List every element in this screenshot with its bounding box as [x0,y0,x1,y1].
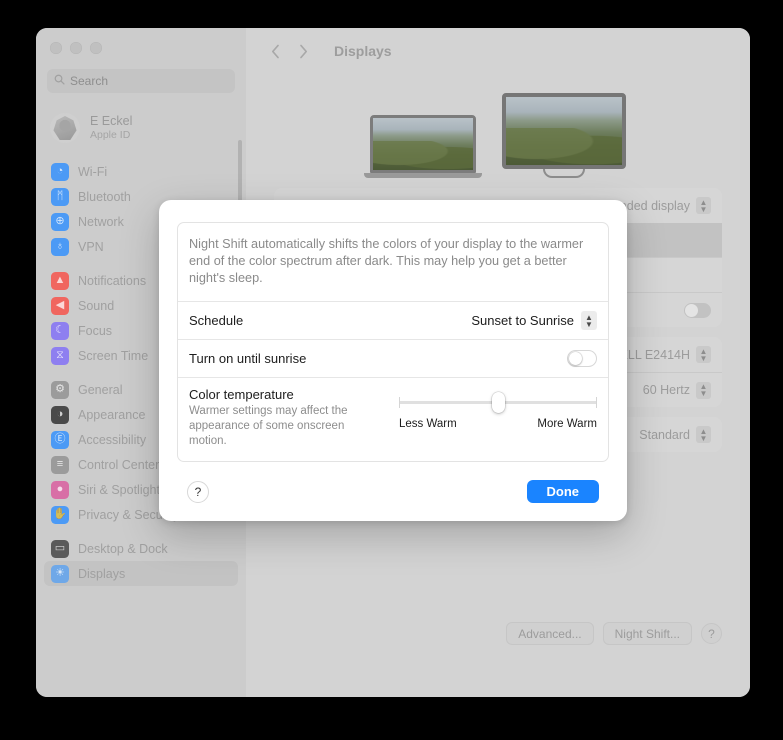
minimize-button[interactable] [70,42,82,54]
monitor-stand [543,169,585,178]
avatar [50,113,80,143]
night-shift-dialog: Night Shift automatically shifts the col… [159,200,627,521]
night-shift-button[interactable]: Night Shift... [602,622,692,645]
sidebar-item-desktop-dock[interactable]: ▭ Desktop & Dock [44,536,238,561]
panel-bottom-buttons: Advanced... Night Shift... ? [506,622,722,645]
accessibility-icon: Ⓔ [51,430,69,449]
slider-max-label: More Warm [537,418,597,430]
gear-icon: ⚙ [51,380,69,399]
appearance-icon: ◑ [51,405,69,424]
search-icon [54,72,65,90]
page-title: Displays [334,43,392,59]
sidebar-item-label: VPN [78,239,104,254]
account-name: E Eckel [90,114,133,128]
sidebar-item-label: Network [78,214,124,229]
close-button[interactable] [50,42,62,54]
schedule-label: Schedule [189,313,244,328]
schedule-value: Sunset to Sunrise [471,313,574,328]
hand-icon: ✋ [51,505,69,524]
account-subtitle: Apple ID [90,129,131,141]
wallpaper-thumbnail [373,118,473,170]
apple-id-account-row[interactable]: E Eckel Apple ID [44,107,238,149]
laptop-base [364,173,482,178]
sidebar-group-3: ▭ Desktop & Dock ☀ Displays [36,536,246,586]
sidebar-item-label: Desktop & Dock [78,541,168,556]
color-temperature-texts: Color temperature Warmer settings may af… [189,387,385,449]
slider-thumb[interactable] [491,392,505,413]
display-arrangement-preview [246,74,750,184]
done-button[interactable]: Done [526,480,599,503]
sidebar-item-label: Displays [78,566,126,581]
row-value[interactable]: 60 Hertz ▲ ▼ [642,381,711,399]
speaker-icon: ◀ [51,296,69,315]
monitor-screen [502,93,626,169]
wallpaper-thumbnail [506,97,622,165]
night-shift-card: Night Shift automatically shifts the col… [177,222,609,462]
color-temperature-row: Color temperature Warmer settings may af… [178,377,608,461]
slider-labels: Less Warm More Warm [399,418,597,430]
siri-icon: ● [51,480,69,499]
bluetooth-icon: ᛗ [51,187,69,206]
sidebar-item-wi-fi[interactable]: ◔ Wi-Fi [44,159,238,184]
sidebar-item-label: Notifications [78,273,147,288]
network-icon: ⊕ [51,212,69,231]
sidebar-item-label: Bluetooth [78,189,131,204]
desktop-dock-icon: ▭ [51,539,69,558]
row-value[interactable]: Standard ▲ ▼ [639,426,711,443]
vpn-icon: ♁ [51,237,69,256]
advanced-button[interactable]: Advanced... [506,622,594,645]
sidebar-item-label: Screen Time [78,348,149,363]
turn-on-label: Turn on until sunrise [189,351,307,366]
slider-tick-min [399,397,400,408]
rotation-value: Standard [639,427,690,442]
sidebar-item-label: Wi-Fi [78,164,108,179]
schedule-popup-button[interactable]: Sunset to Sunrise ▲ ▼ [471,311,597,330]
sidebar-item-displays[interactable]: ☀ Displays [44,561,238,586]
bell-icon: ▲ [51,271,69,290]
sidebar-item-label: Sound [78,298,115,313]
color-temperature-title: Color temperature [189,387,294,402]
schedule-row[interactable]: Schedule Sunset to Sunrise ▲ ▼ [178,301,608,339]
external-display-preview[interactable] [502,93,626,178]
stepper-icon[interactable]: ▲ ▼ [696,426,711,443]
zoom-button[interactable] [90,42,102,54]
back-button[interactable] [264,40,286,62]
toolbar: Displays [246,28,750,74]
turn-on-until-sunrise-row[interactable]: Turn on until sunrise [178,339,608,377]
sidebar-item-label: Control Center [78,457,160,472]
stepper-icon[interactable]: ▲ ▼ [696,197,711,214]
forward-button[interactable] [292,40,314,62]
laptop-screen [370,115,476,173]
wifi-icon: ◔ [51,162,69,181]
refresh-rate-value: 60 Hertz [642,383,690,397]
sidebar-item-label: General [78,382,123,397]
color-temperature-slider[interactable]: Less Warm More Warm [399,387,597,449]
control-center-icon: ≡ [51,455,69,474]
search-input[interactable] [70,74,228,88]
laptop-display-preview[interactable] [364,115,482,178]
slider-track-wrap[interactable] [399,392,597,413]
slider-tick-max [596,397,597,408]
chevron-updown-icon[interactable]: ▲ ▼ [581,311,597,330]
sidebar-item-label: Appearance [78,407,146,422]
stepper-icon[interactable]: ▲ ▼ [696,381,711,399]
sidebar-item-label: Siri & Spotlight [78,482,160,497]
search-field[interactable] [47,69,235,93]
hourglass-icon: ⧖ [51,346,69,365]
sidebar-item-label: Focus [78,323,113,338]
sidebar-item-label: Accessibility [78,432,147,447]
dialog-help-button[interactable]: ? [187,480,209,503]
help-button[interactable]: ? [701,623,722,644]
slider-min-label: Less Warm [399,418,457,430]
dialog-footer: ? Done [177,462,609,521]
brightness-icon: ☀ [51,564,69,583]
night-shift-description: Night Shift automatically shifts the col… [189,237,584,285]
moon-icon: ☾ [51,321,69,340]
window-controls [36,28,246,54]
color-temperature-help: Warmer settings may affect the appearanc… [189,405,348,447]
stepper-icon[interactable]: ▲ ▼ [696,346,711,363]
display-toggle[interactable] [684,302,711,318]
turn-on-toggle[interactable] [567,350,597,367]
